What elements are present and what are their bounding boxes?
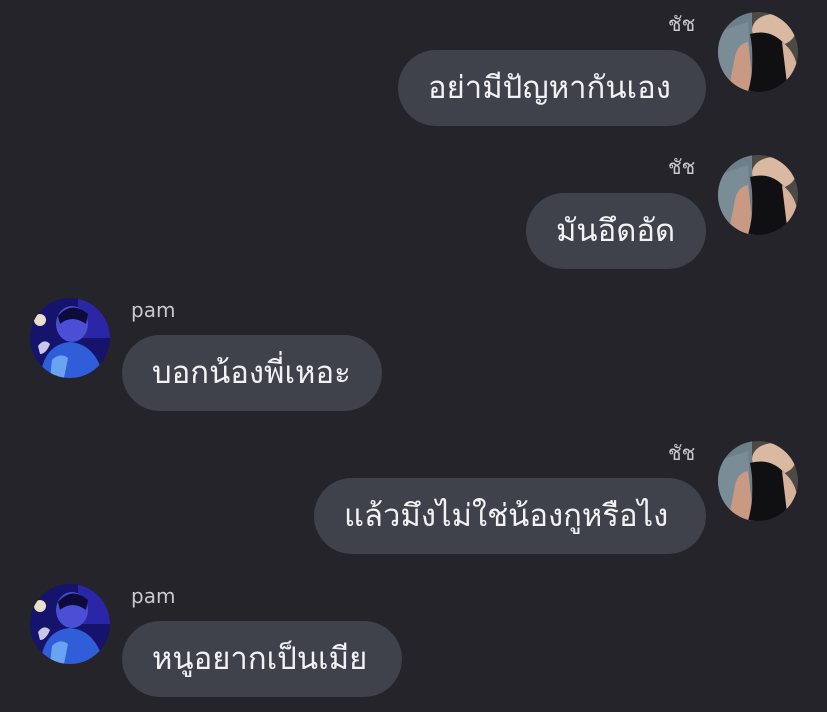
message-bubble[interactable]: หนูอยากเป็นเมีย: [122, 621, 402, 697]
contact-avatar[interactable]: [30, 298, 110, 378]
sender-name: pam: [131, 298, 176, 322]
user-avatar[interactable]: [718, 12, 798, 92]
message-bubble[interactable]: มันอึดอัด: [526, 193, 706, 269]
sender-name: ชัช: [668, 441, 696, 465]
contact-avatar[interactable]: [30, 584, 110, 664]
user-avatar[interactable]: [718, 155, 798, 235]
sender-name: pam: [131, 584, 176, 608]
message-bubble[interactable]: อย่ามีปัญหากันเอง: [398, 50, 706, 126]
user-avatar[interactable]: [718, 441, 798, 521]
contact-photo-avatar-icon: [30, 584, 110, 664]
contact-photo-avatar-icon: [30, 298, 110, 378]
sender-name: ชัช: [668, 155, 696, 179]
user-photo-avatar-icon: [718, 12, 798, 92]
message-bubble[interactable]: บอกน้องพี่เหอะ: [122, 335, 382, 411]
message-bubble[interactable]: แล้วมึงไม่ใช่น้องกูหรือไง: [314, 478, 706, 554]
user-photo-avatar-icon: [718, 155, 798, 235]
user-photo-avatar-icon: [718, 441, 798, 521]
sender-name: ชัช: [668, 12, 696, 36]
